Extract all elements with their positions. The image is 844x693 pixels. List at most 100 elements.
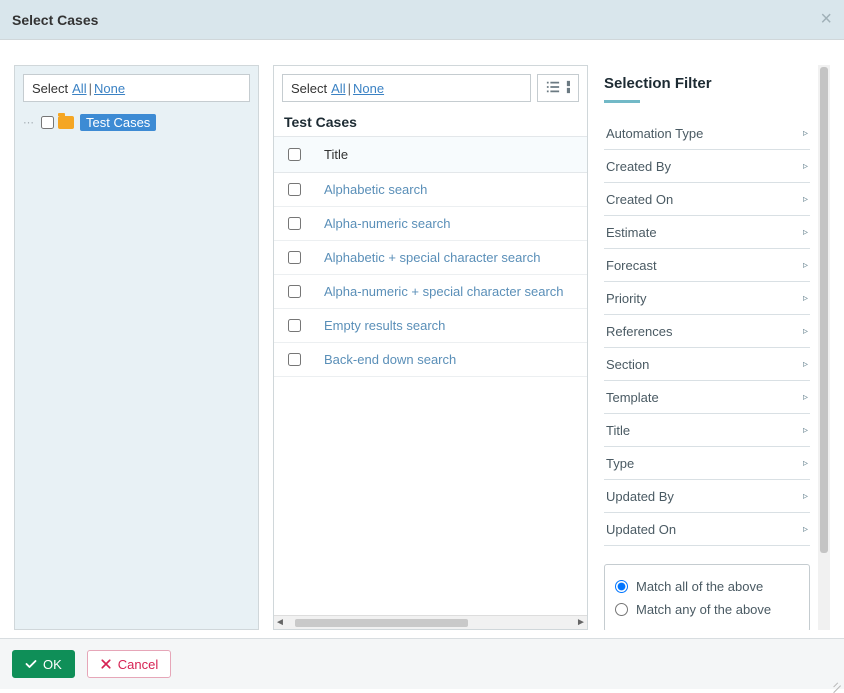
ok-label: OK <box>43 657 62 672</box>
filter-row[interactable]: Created By▹ <box>604 150 810 183</box>
filter-label: Estimate <box>606 225 657 240</box>
cases-select-none-link[interactable]: None <box>353 81 384 96</box>
tree-item-test-cases[interactable]: ⋯ Test Cases <box>23 112 250 133</box>
chevron-right-icon: ▹ <box>803 128 808 139</box>
select-all-checkbox[interactable] <box>288 148 301 161</box>
filter-row[interactable]: Updated On ▹ <box>604 513 810 546</box>
row-checkbox-cell <box>274 207 314 241</box>
check-icon <box>25 658 37 670</box>
chevron-right-icon: ▹ <box>803 392 808 403</box>
cases-heading: Test Cases <box>274 102 587 136</box>
row-title-cell: Alphabetic search <box>314 173 587 207</box>
row-title-cell: Back-end down search <box>314 343 587 377</box>
table-row: Alphabetic search <box>274 173 587 207</box>
cases-select-bar: Select All | None <box>282 74 531 102</box>
filter-row[interactable]: Forecast▹ <box>604 249 810 282</box>
chevron-right-icon: ▹ <box>803 293 808 304</box>
match-any-radio[interactable] <box>615 603 628 616</box>
scroll-thumb[interactable] <box>820 67 828 553</box>
filter-label: Template <box>606 390 659 405</box>
list-view-icon[interactable] <box>546 80 560 97</box>
table-row: Alpha-numeric search <box>274 207 587 241</box>
row-checkbox[interactable] <box>288 285 301 298</box>
filter-row[interactable]: Title ▹ <box>604 414 810 447</box>
chevron-right-icon: ▹ <box>803 491 808 502</box>
case-link[interactable]: Alpha-numeric + special character search <box>324 284 564 299</box>
header-checkbox-cell <box>274 137 314 173</box>
filter-label: Updated By <box>606 489 674 504</box>
filter-row[interactable]: Section▹ <box>604 348 810 381</box>
filter-row[interactable]: References▹ <box>604 315 810 348</box>
select-label: Select <box>291 81 327 96</box>
filter-title-underline <box>604 100 640 103</box>
chevron-right-icon: ▹ <box>803 524 808 535</box>
row-title-cell: Alphabetic + special character search <box>314 241 587 275</box>
filter-row[interactable]: Created On▹ <box>604 183 810 216</box>
case-link[interactable]: Alphabetic search <box>324 182 427 197</box>
resize-grip-icon[interactable] <box>829 674 841 686</box>
row-checkbox[interactable] <box>288 319 301 332</box>
row-checkbox-cell <box>274 275 314 309</box>
tree-select-none-link[interactable]: None <box>94 81 125 96</box>
chevron-right-icon: ▹ <box>803 227 808 238</box>
filter-label: Forecast <box>606 258 657 273</box>
tree-select-all-link[interactable]: All <box>72 81 86 96</box>
filter-label: Priority <box>606 291 646 306</box>
tree-item-label: Test Cases <box>80 114 156 131</box>
case-link[interactable]: Alpha-numeric search <box>324 216 450 231</box>
filter-panel: Selection Filter Automation Type▹Created… <box>602 65 830 630</box>
filter-label: Automation Type <box>606 126 703 141</box>
tree-panel: Select All | None ⋯ Test Cases <box>14 65 259 630</box>
chevron-right-icon: ▹ <box>803 161 808 172</box>
table-row: Back-end down search <box>274 343 587 377</box>
row-title-cell: Alpha-numeric + special character search <box>314 275 587 309</box>
row-checkbox-cell <box>274 241 314 275</box>
match-all-radio[interactable] <box>615 580 628 593</box>
scroll-thumb[interactable] <box>295 619 468 627</box>
row-checkbox[interactable] <box>288 183 301 196</box>
match-any-label: Match any of the above <box>636 602 771 617</box>
scroll-track[interactable] <box>286 618 575 628</box>
filter-row[interactable]: Priority ▹ <box>604 282 810 315</box>
filter-row[interactable]: Updated By ▹ <box>604 480 810 513</box>
case-link[interactable]: Alphabetic + special character search <box>324 250 540 265</box>
row-checkbox[interactable] <box>288 251 301 264</box>
horizontal-scrollbar[interactable]: ◄ ► <box>274 615 587 629</box>
chevron-right-icon: ▹ <box>803 194 808 205</box>
filter-row[interactable]: Template ▹ <box>604 381 810 414</box>
match-any-option[interactable]: Match any of the above <box>615 598 799 621</box>
row-checkbox-cell <box>274 309 314 343</box>
cases-table: Title Alphabetic search Alpha-numeric sea… <box>274 136 587 377</box>
case-link[interactable]: Back-end down search <box>324 352 456 367</box>
chevron-right-icon: ▹ <box>803 425 808 436</box>
table-row: Empty results search <box>274 309 587 343</box>
row-checkbox[interactable] <box>288 217 301 230</box>
case-link[interactable]: Empty results search <box>324 318 445 333</box>
tree-item-checkbox[interactable] <box>41 116 54 129</box>
filter-row[interactable]: Automation Type ▹ <box>604 117 810 150</box>
ok-button[interactable]: OK <box>12 650 75 678</box>
scroll-right-icon[interactable]: ► <box>575 617 587 628</box>
separator: | <box>348 81 351 96</box>
cases-select-all-link[interactable]: All <box>331 81 345 96</box>
filter-label: Section <box>606 357 649 372</box>
vertical-scrollbar[interactable] <box>818 65 830 630</box>
tree-select-bar: Select All | None <box>23 74 250 102</box>
cancel-button[interactable]: Cancel <box>87 650 171 678</box>
view-toggle <box>537 74 579 102</box>
filter-label: Title <box>606 423 630 438</box>
filter-row[interactable]: Estimate ▹ <box>604 216 810 249</box>
column-title[interactable]: Title <box>314 137 587 173</box>
row-checkbox[interactable] <box>288 353 301 366</box>
scroll-left-icon[interactable]: ◄ <box>274 617 286 628</box>
close-icon[interactable]: × <box>820 8 832 31</box>
chevron-right-icon: ▹ <box>803 326 808 337</box>
cancel-label: Cancel <box>118 657 158 672</box>
match-all-option[interactable]: Match all of the above <box>615 575 799 598</box>
filter-row[interactable]: Type▹ <box>604 447 810 480</box>
dialog-body: Select All | None ⋯ Test Cases Select Al… <box>0 40 844 638</box>
folder-icon <box>58 116 74 129</box>
filter-label: Updated On <box>606 522 676 537</box>
filter-label: Type <box>606 456 634 471</box>
grid-view-icon[interactable] <box>566 80 570 97</box>
